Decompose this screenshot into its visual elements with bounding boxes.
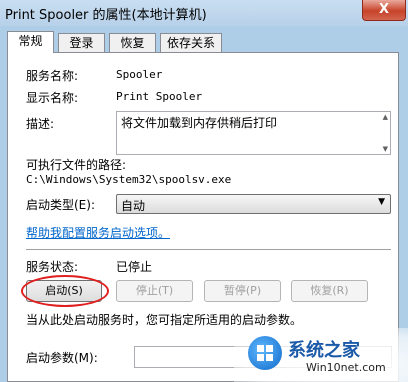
close-button[interactable]: X [362,0,406,21]
resume-button-label: 恢复(R) [310,284,349,297]
help-link[interactable]: 帮助我配置服务启动选项。 [26,224,170,241]
startup-type-value: 自动 [121,199,146,213]
service-name-value: Spooler [116,68,163,81]
display-name-label: 显示名称: [26,91,79,105]
description-box[interactable]: 将文件加载到内存供稍后打印 ▲ ▼ [116,111,391,155]
tab-recovery[interactable]: 恢复 [109,33,156,52]
scroll-up-icon[interactable]: ▲ [383,113,388,121]
separator [26,249,391,250]
startup-type-select[interactable]: 自动 ▼ [116,194,391,214]
stop-button-label: 停止(T) [135,284,174,297]
description-label: 描述: [26,117,55,131]
scroll-down-icon[interactable]: ▼ [383,145,388,153]
stop-button[interactable]: 停止(T) [116,280,193,302]
exe-path-label: 可执行文件的路径: [26,158,127,172]
tab-label: 恢复 [120,36,145,50]
service-status-label: 服务状态: [26,260,79,274]
windows-logo-icon [248,336,282,370]
start-params-hint: 当从此处启动服务时，您可指定所适用的启动参数。 [26,313,303,327]
start-params-label: 启动参数(M): [26,351,98,365]
resume-button[interactable]: 恢复(R) [291,280,368,302]
highlight-ring [21,275,109,307]
dropdown-arrow-icon: ▼ [378,197,385,207]
watermark-url: Win10net.com [306,361,386,374]
description-value: 将文件加载到内存供稍后打印 [121,116,278,130]
startup-type-label: 启动类型(E): [26,198,95,212]
tab-general[interactable]: 常规 [7,31,54,53]
watermark-name: 系统之家 [288,340,360,361]
display-name-value: Print Spooler [116,90,203,103]
pause-button[interactable]: 暂停(P) [204,280,281,302]
tab-label: 登录 [69,36,94,50]
tab-label: 依存关系 [166,36,215,50]
title-bar: Print Spooler 的属性(本地计算机) X [0,0,408,26]
close-icon: X [378,2,390,17]
tab-dependencies[interactable]: 依存关系 [160,33,222,52]
pause-button-label: 暂停(P) [223,284,262,297]
tab-label: 常规 [18,34,43,48]
window-title: Print Spooler 的属性(本地计算机) [5,8,207,23]
watermark: 系统之家 Win10net.com [234,328,408,382]
service-status-value: 已停止 [116,260,153,274]
exe-path-value: C:\Windows\System32\spoolsv.exe [26,173,232,186]
tab-logon[interactable]: 登录 [58,33,105,52]
start-button[interactable]: 启动(S) [21,275,109,307]
service-name-label: 服务名称: [26,69,79,83]
